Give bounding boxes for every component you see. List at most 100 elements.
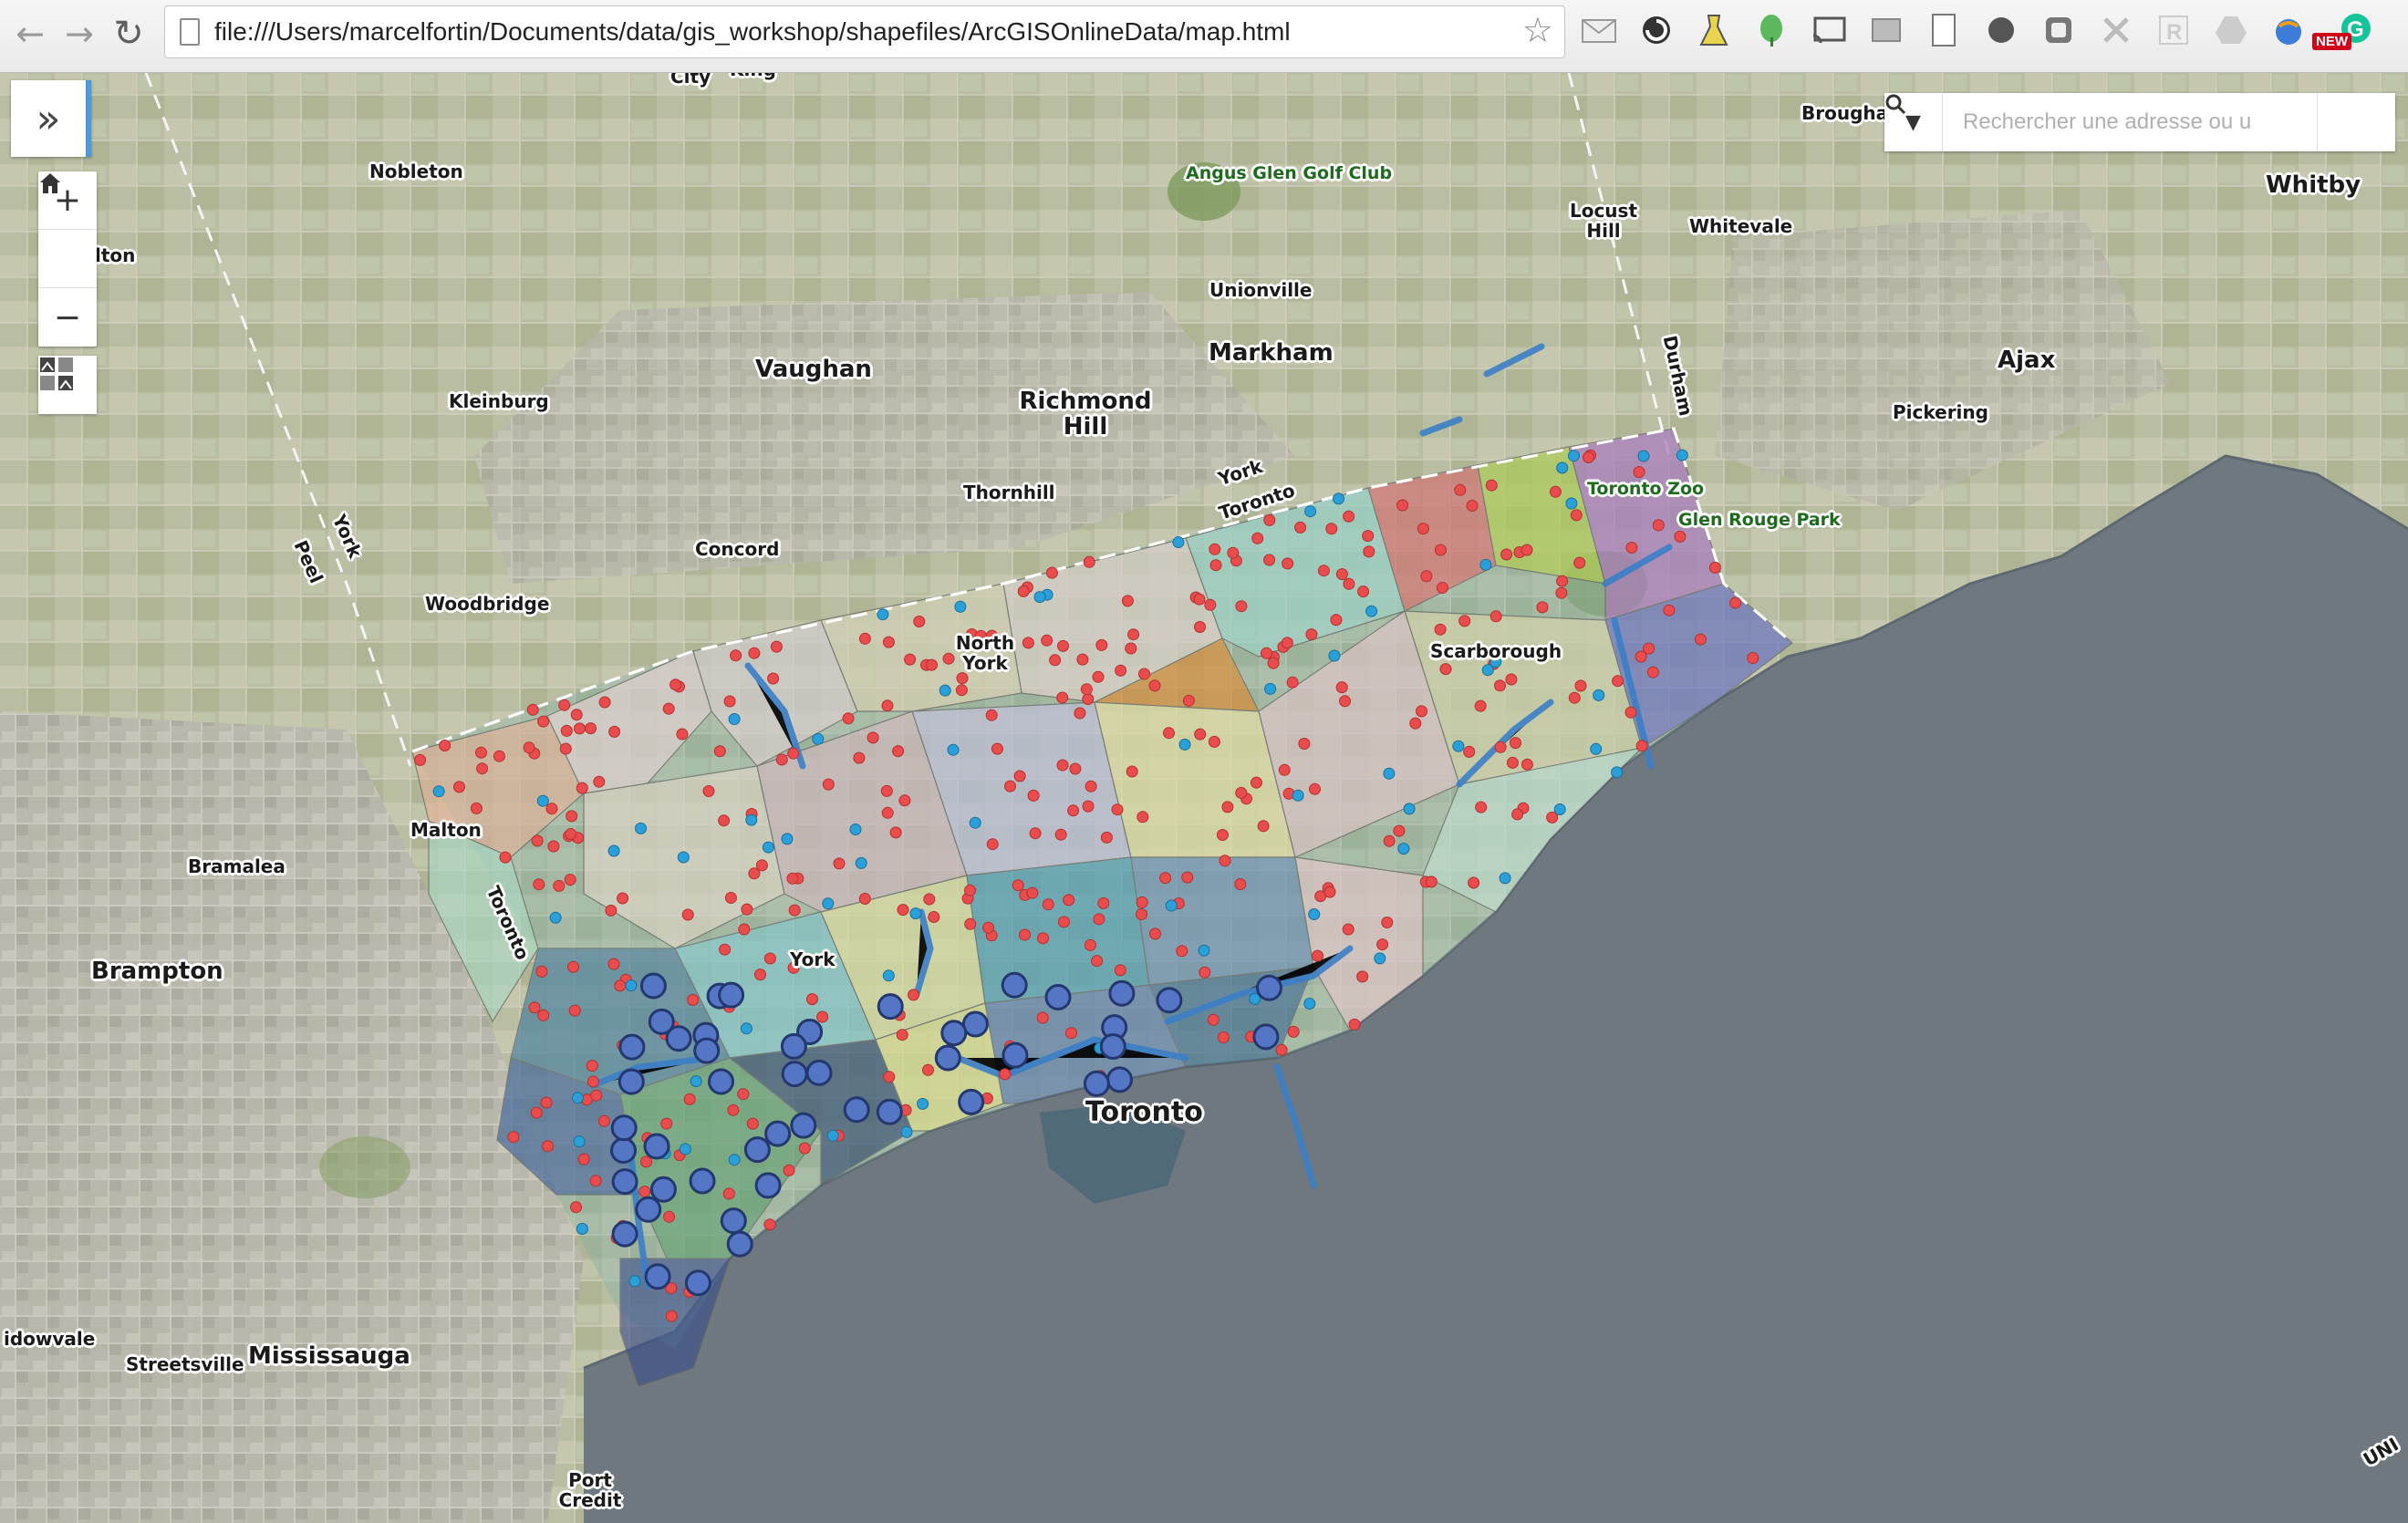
- map-point-cyan[interactable]: [1499, 872, 1511, 885]
- map-point-red[interactable]: [1635, 650, 1647, 663]
- map-point-cyan[interactable]: [917, 1097, 929, 1110]
- map-point-red[interactable]: [738, 923, 751, 936]
- map-point-red[interactable]: [640, 1155, 652, 1168]
- map-point-cyan[interactable]: [1383, 767, 1396, 780]
- map-point-red[interactable]: [926, 658, 938, 671]
- map-point-red[interactable]: [1126, 765, 1138, 778]
- map-point-cyan[interactable]: [882, 969, 895, 982]
- map-point-red[interactable]: [1100, 831, 1113, 844]
- map-point-cyan[interactable]: [1553, 803, 1566, 815]
- map-point-red[interactable]: [507, 1131, 520, 1144]
- map-point-red[interactable]: [982, 921, 995, 934]
- map-point-red[interactable]: [1049, 654, 1062, 667]
- map-point-red[interactable]: [1208, 735, 1220, 748]
- map-point-red[interactable]: [1194, 621, 1206, 633]
- map-point-red[interactable]: [1069, 762, 1082, 775]
- map-point-red[interactable]: [1309, 782, 1321, 795]
- map-point-cyan[interactable]: [1676, 449, 1688, 461]
- map-point-red[interactable]: [1570, 509, 1583, 522]
- map-circle-blue[interactable]: [961, 1010, 989, 1038]
- map-point-red[interactable]: [1625, 542, 1638, 554]
- search-button[interactable]: [1885, 93, 2381, 151]
- map-point-red[interactable]: [1583, 451, 1594, 463]
- reload-button[interactable]: ↻: [106, 11, 151, 57]
- map-point-red[interactable]: [1574, 679, 1587, 692]
- map-point-red[interactable]: [1468, 876, 1480, 889]
- map-circle-blue[interactable]: [940, 1020, 968, 1047]
- map-point-cyan[interactable]: [1264, 682, 1277, 695]
- map-point-red[interactable]: [964, 884, 976, 896]
- forward-button[interactable]: →: [57, 11, 102, 57]
- map-point-red[interactable]: [1057, 639, 1069, 652]
- map-circle-blue[interactable]: [720, 1207, 747, 1235]
- map-point-cyan[interactable]: [947, 743, 960, 756]
- map-point-red[interactable]: [1261, 647, 1272, 659]
- map-point-red[interactable]: [574, 722, 586, 735]
- map-point-red[interactable]: [590, 1089, 603, 1102]
- map-point-red[interactable]: [867, 731, 879, 744]
- map-point-red[interactable]: [1356, 970, 1369, 983]
- map-point-red[interactable]: [1056, 759, 1069, 772]
- map-point-red[interactable]: [763, 1218, 776, 1231]
- map-circle-blue[interactable]: [1156, 987, 1183, 1014]
- map-point-red[interactable]: [986, 838, 999, 851]
- map-point-red[interactable]: [1029, 827, 1042, 840]
- map-point-red[interactable]: [1500, 548, 1513, 561]
- map-point-cyan[interactable]: [628, 1275, 641, 1288]
- map-point-red[interactable]: [737, 1088, 750, 1101]
- map-circle-blue[interactable]: [610, 1137, 637, 1164]
- map-point-red[interactable]: [1159, 872, 1172, 885]
- map-point-red[interactable]: [964, 917, 977, 930]
- map-point-red[interactable]: [560, 724, 573, 737]
- map-point-red[interactable]: [1485, 479, 1498, 492]
- map-point-red[interactable]: [727, 1103, 740, 1116]
- map-point-cyan[interactable]: [877, 608, 889, 621]
- map-point-cyan[interactable]: [625, 979, 638, 992]
- map-point-cyan[interactable]: [576, 1222, 588, 1235]
- map-point-red[interactable]: [1037, 932, 1049, 945]
- map-point-red[interactable]: [1041, 634, 1054, 647]
- address-bar[interactable]: file:///Users/marcelfortin/Documents/dat…: [164, 5, 1565, 58]
- map-point-red[interactable]: [1506, 756, 1519, 769]
- map-point-red[interactable]: [638, 1186, 651, 1198]
- map-point-red[interactable]: [1251, 776, 1262, 789]
- map-circle-blue[interactable]: [639, 972, 667, 1000]
- map-point-red[interactable]: [570, 1201, 582, 1214]
- map-canvas[interactable]: [0, 73, 2408, 1523]
- map-point-cyan[interactable]: [690, 1075, 702, 1088]
- map-circle-blue[interactable]: [610, 1114, 638, 1142]
- map-point-red[interactable]: [526, 703, 539, 716]
- map-circle-blue[interactable]: [618, 1033, 646, 1061]
- map-point-red[interactable]: [1056, 691, 1069, 704]
- map-point-red[interactable]: [1568, 691, 1581, 704]
- map-point-red[interactable]: [880, 784, 893, 797]
- map-point-red[interactable]: [687, 993, 700, 1006]
- map-point-red[interactable]: [1082, 693, 1095, 705]
- map-point-red[interactable]: [1420, 570, 1433, 583]
- map-circle-blue[interactable]: [843, 1096, 870, 1124]
- map-point-red[interactable]: [985, 709, 998, 721]
- map-circle-blue[interactable]: [958, 1088, 985, 1115]
- map-point-red[interactable]: [683, 1093, 696, 1105]
- map-point-red[interactable]: [991, 742, 1003, 755]
- map-circle-blue[interactable]: [1044, 984, 1072, 1010]
- map-point-red[interactable]: [1207, 1013, 1220, 1026]
- map-circle-blue[interactable]: [1001, 971, 1028, 999]
- map-point-cyan[interactable]: [909, 907, 922, 920]
- map-circle-blue[interactable]: [780, 1032, 807, 1060]
- map-point-red[interactable]: [1287, 1025, 1300, 1038]
- map-point-red[interactable]: [1511, 808, 1524, 821]
- map-point-red[interactable]: [955, 684, 968, 697]
- map-point-red[interactable]: [724, 892, 737, 904]
- map-point-red[interactable]: [586, 1075, 599, 1088]
- map-point-red[interactable]: [1026, 886, 1039, 899]
- map-point-red[interactable]: [568, 1004, 581, 1017]
- map-point-red[interactable]: [605, 904, 618, 917]
- map-circle-blue[interactable]: [635, 1196, 662, 1223]
- map-point-red[interactable]: [493, 750, 505, 762]
- map-point-cyan[interactable]: [1308, 908, 1321, 920]
- map-point-red[interactable]: [1091, 955, 1104, 968]
- lab-flask-extension-icon[interactable]: [1693, 9, 1735, 51]
- map-point-red[interactable]: [1312, 949, 1323, 962]
- map-point-red[interactable]: [746, 1117, 759, 1130]
